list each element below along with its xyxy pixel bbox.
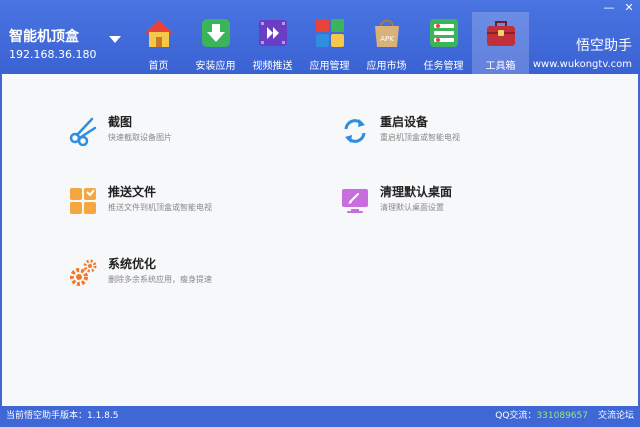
- video-push-icon: [258, 20, 287, 46]
- title-bar: 智能机顶盒 192.168.36.180 — ✕ 首页 安装应用 视频推送 应用…: [0, 0, 640, 74]
- tool-clean-default-desktop[interactable]: 清理默认桌面 清理默认桌面设置: [340, 184, 452, 216]
- nav-item-app-manage[interactable]: 应用管理: [301, 12, 358, 74]
- tool-title: 截图: [108, 115, 133, 129]
- nav-label: 首页: [148, 61, 169, 72]
- tool-desc: 清理默认桌面设置: [380, 203, 444, 212]
- app-manage-icon: [315, 19, 344, 47]
- version-label: 当前悟空助手版本：1.1.8.5: [6, 411, 119, 421]
- install-app-icon: [201, 19, 230, 47]
- tool-desc: 推送文件到机顶盒或智能电视: [108, 203, 212, 212]
- tool-screenshot[interactable]: 截图 快速截取设备图片: [68, 114, 172, 146]
- nav-label: 任务管理: [423, 61, 464, 72]
- svg-text:APK: APK: [380, 35, 394, 43]
- brand-url[interactable]: www.wukongtv.com: [533, 58, 632, 72]
- tool-title: 系统优化: [108, 257, 157, 271]
- tool-desc: 重启机顶盒或智能电视: [380, 133, 460, 142]
- qq-label: QQ交流：: [495, 411, 537, 421]
- tool-push-file[interactable]: 推送文件 推送文件到机顶盒或智能电视: [68, 184, 212, 216]
- nav-label: 应用市场: [366, 61, 407, 72]
- tool-desc: 删除多余系统应用，瘦身提速: [108, 275, 212, 284]
- nav-item-install-app[interactable]: 安装应用: [187, 12, 244, 74]
- nav-item-home[interactable]: 首页: [130, 12, 187, 74]
- nav-item-app-market[interactable]: APK 应用市场: [358, 12, 415, 74]
- nav-label: 应用管理: [309, 61, 350, 72]
- status-bar: 当前悟空助手版本：1.1.8.5 QQ交流：331089657 交流论坛: [0, 406, 640, 427]
- forum-link[interactable]: 交流论坛: [598, 411, 634, 421]
- home-icon: [144, 20, 173, 47]
- qq-group: QQ交流：331089657 交流论坛: [495, 406, 634, 427]
- minimize-icon[interactable]: —: [602, 2, 616, 14]
- window-controls: — ✕: [602, 2, 636, 14]
- clean-desktop-icon: [342, 189, 368, 213]
- tool-title: 推送文件: [108, 185, 157, 199]
- nav-item-toolbox[interactable]: 工具箱: [472, 12, 529, 74]
- nav-label: 工具箱: [485, 61, 516, 72]
- chevron-down-icon[interactable]: [109, 36, 121, 43]
- tool-title: 重启设备: [380, 115, 429, 129]
- nav-label: 安装应用: [195, 61, 236, 72]
- tool-desc: 快速截取设备图片: [108, 133, 172, 142]
- device-name: 智能机顶盒: [9, 29, 79, 45]
- brand-name: 悟空助手: [576, 38, 632, 54]
- nav-item-task-manage[interactable]: 任务管理: [415, 12, 472, 74]
- tool-restart-device[interactable]: 重启设备 重启机顶盒或智能电视: [340, 114, 460, 146]
- toolbox-panel: 截图 快速截取设备图片 重启设备 重启机顶盒或智能电视 推送文件 推送文件到机顶…: [2, 74, 638, 406]
- device-selector[interactable]: 智能机顶盒 192.168.36.180: [9, 28, 96, 62]
- brand: 悟空助手 www.wukongtv.com: [533, 38, 632, 72]
- tool-system-optimize[interactable]: 系统优化 删除多余系统应用，瘦身提速: [68, 256, 212, 288]
- nav-label: 视频推送: [252, 61, 293, 72]
- apk-market-icon: APK: [374, 19, 399, 47]
- tool-title: 清理默认桌面: [380, 185, 453, 199]
- device-ip: 192.168.36.180: [9, 48, 97, 61]
- scissors-icon: [69, 117, 97, 146]
- nav-item-video-push[interactable]: 视频推送: [244, 12, 301, 74]
- main-nav: 首页 安装应用 视频推送 应用管理 APK 应用市场 任务管理 工具箱: [130, 12, 529, 74]
- restart-icon: [344, 119, 366, 143]
- close-icon[interactable]: ✕: [622, 2, 636, 14]
- push-file-icon: [70, 188, 96, 214]
- toolbox-icon: [486, 21, 515, 46]
- gears-icon: [70, 259, 97, 286]
- task-manage-icon: [429, 19, 458, 47]
- qq-number[interactable]: 331089657: [536, 411, 588, 421]
